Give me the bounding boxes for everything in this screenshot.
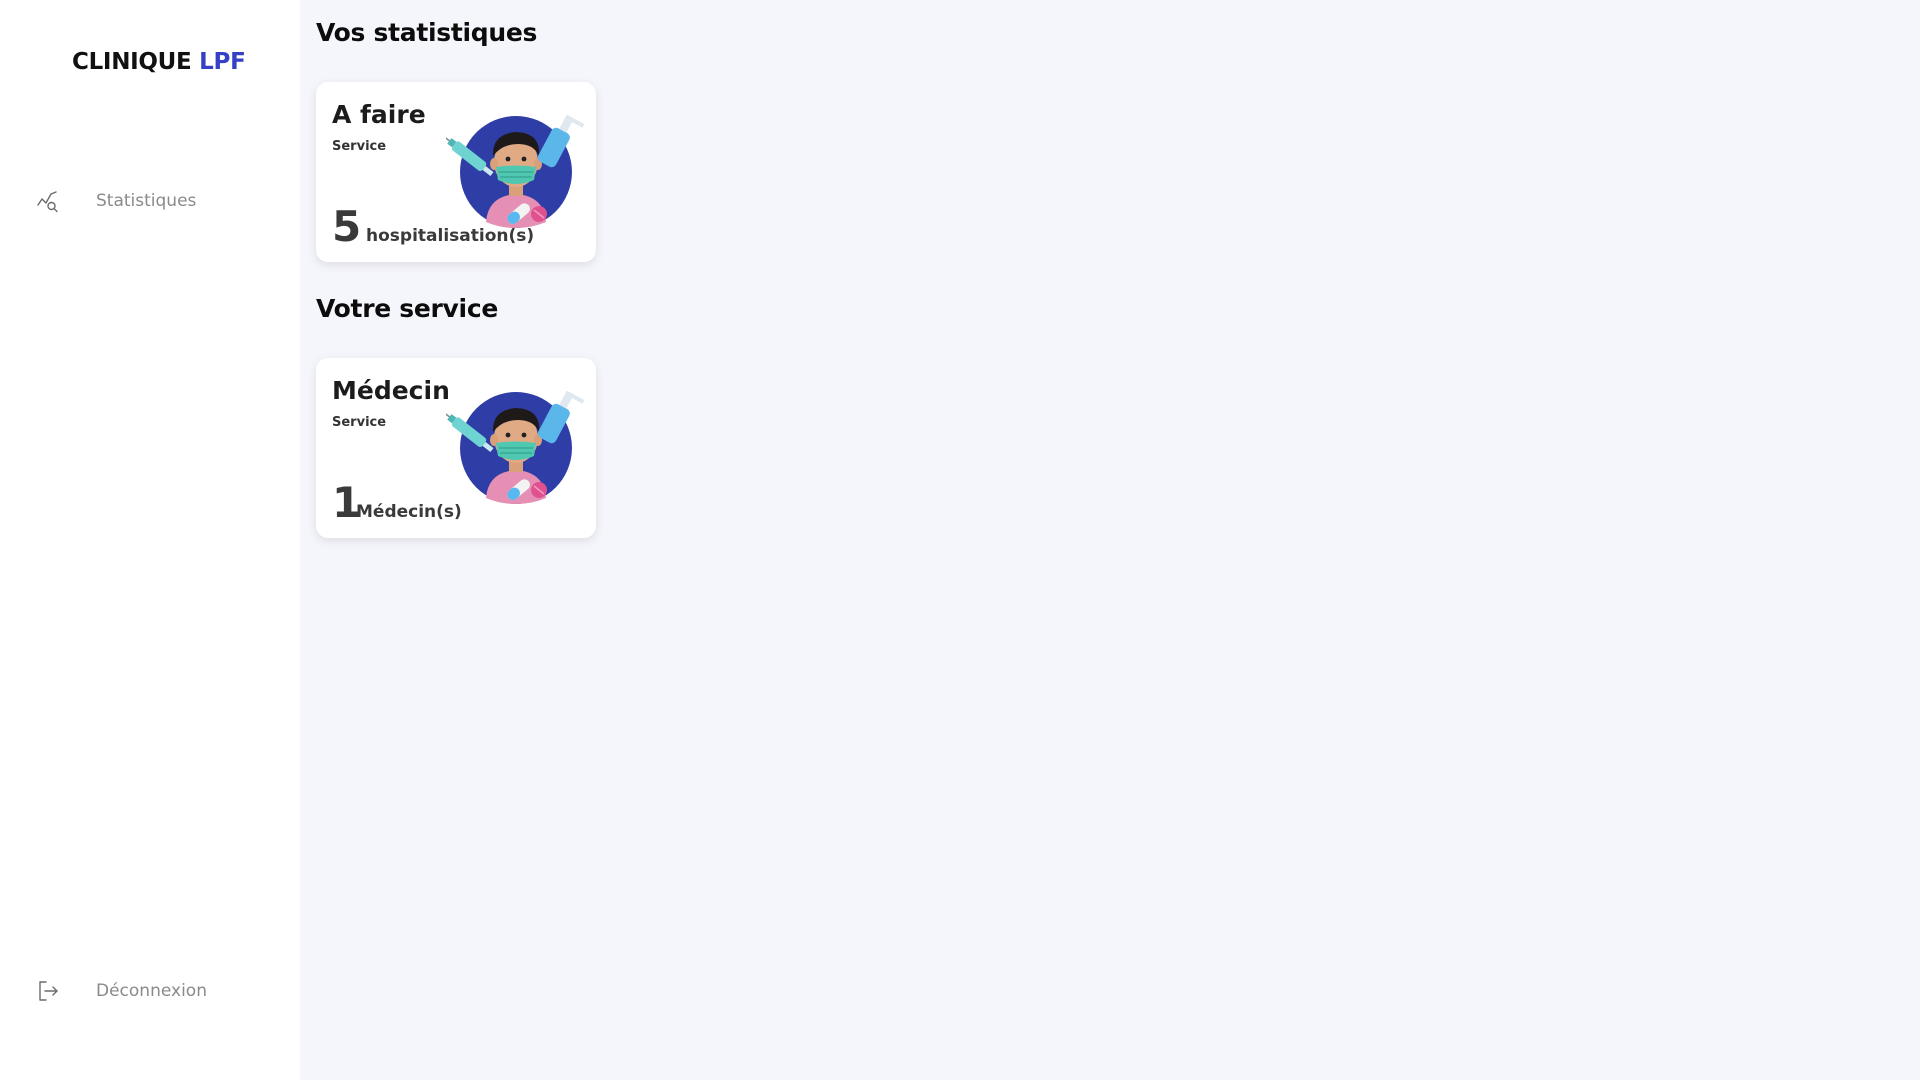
card-unit: hospitalisation(s)	[366, 226, 535, 246]
stat-card-medecin[interactable]: Médecin Service 1 Médecin(s)	[316, 358, 596, 538]
logout-label: Déconnexion	[96, 981, 207, 1001]
service-title: Votre service	[316, 294, 499, 323]
sidebar: CLINIQUE LPF Statistiques Déconnexion	[0, 0, 300, 1080]
chart-search-icon	[36, 189, 60, 213]
card-subtitle: Service	[332, 415, 387, 430]
card-title: A faire	[332, 100, 426, 129]
card-title: Médecin	[332, 376, 450, 405]
sidebar-item-statistiques[interactable]: Statistiques	[36, 189, 196, 213]
card-subtitle: Service	[332, 139, 387, 154]
doctor-illustration-icon	[446, 111, 586, 229]
card-count: 5	[332, 202, 362, 251]
card-unit: Médecin(s)	[356, 502, 462, 522]
stat-card-a-faire[interactable]: A faire Service 5 hospitalisation(s)	[316, 82, 596, 262]
sidebar-item-label: Statistiques	[96, 191, 197, 211]
doctor-illustration-icon	[446, 387, 586, 505]
brand-accent: LPF	[199, 49, 246, 75]
brand-name: CLINIQUE	[72, 49, 192, 75]
logout-icon	[36, 979, 60, 1003]
main-content: Vos statistiques A faire Service 5 hospi…	[300, 0, 1920, 1080]
stats-title: Vos statistiques	[316, 18, 538, 47]
brand-logo[interactable]: CLINIQUE LPF	[72, 49, 246, 75]
logout-button[interactable]: Déconnexion	[36, 979, 207, 1003]
